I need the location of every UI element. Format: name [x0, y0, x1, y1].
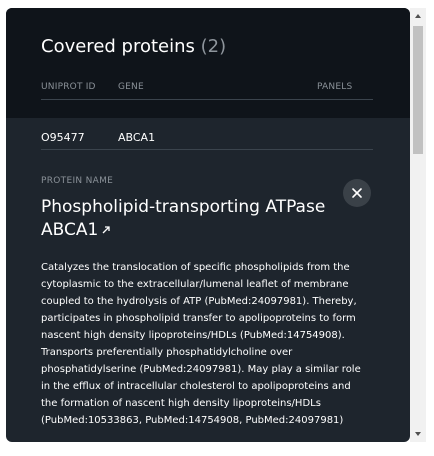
close-icon — [352, 188, 362, 198]
close-button[interactable] — [343, 179, 371, 207]
column-header-uniprot-id: UNIPROT ID — [41, 82, 96, 92]
column-header-panels: PANELS — [317, 82, 353, 92]
scroll-down-arrow-icon[interactable] — [414, 430, 422, 438]
protein-name-link[interactable]: Phospholipid-transporting ATPase ABCA1 — [41, 196, 341, 242]
cell-gene: ABCA1 — [118, 131, 156, 144]
column-header-gene: GENE — [118, 82, 144, 92]
protein-name-label: PROTEIN NAME — [41, 176, 114, 186]
row-divider — [41, 149, 373, 150]
scrollbar-thumb[interactable] — [413, 26, 423, 154]
panel-title: Covered proteins (2) — [41, 36, 226, 57]
protein-description: Catalyzes the translocation of specific … — [41, 262, 361, 426]
covered-proteins-panel: Covered proteins (2) UNIPROT ID GENE PAN… — [6, 8, 410, 442]
panel-title-text: Covered proteins — [41, 36, 195, 57]
panel-title-count: (2) — [200, 36, 227, 57]
header-divider — [41, 99, 373, 100]
scroll-up-arrow-icon[interactable] — [414, 12, 422, 20]
protein-name: Phospholipid-transporting ATPase ABCA1 — [41, 197, 326, 240]
vertical-scrollbar[interactable] — [410, 8, 426, 442]
panel-header: Covered proteins (2) UNIPROT ID GENE PAN… — [6, 8, 410, 118]
external-link-icon — [102, 226, 110, 234]
cell-uniprot-id: O95477 — [41, 131, 85, 144]
